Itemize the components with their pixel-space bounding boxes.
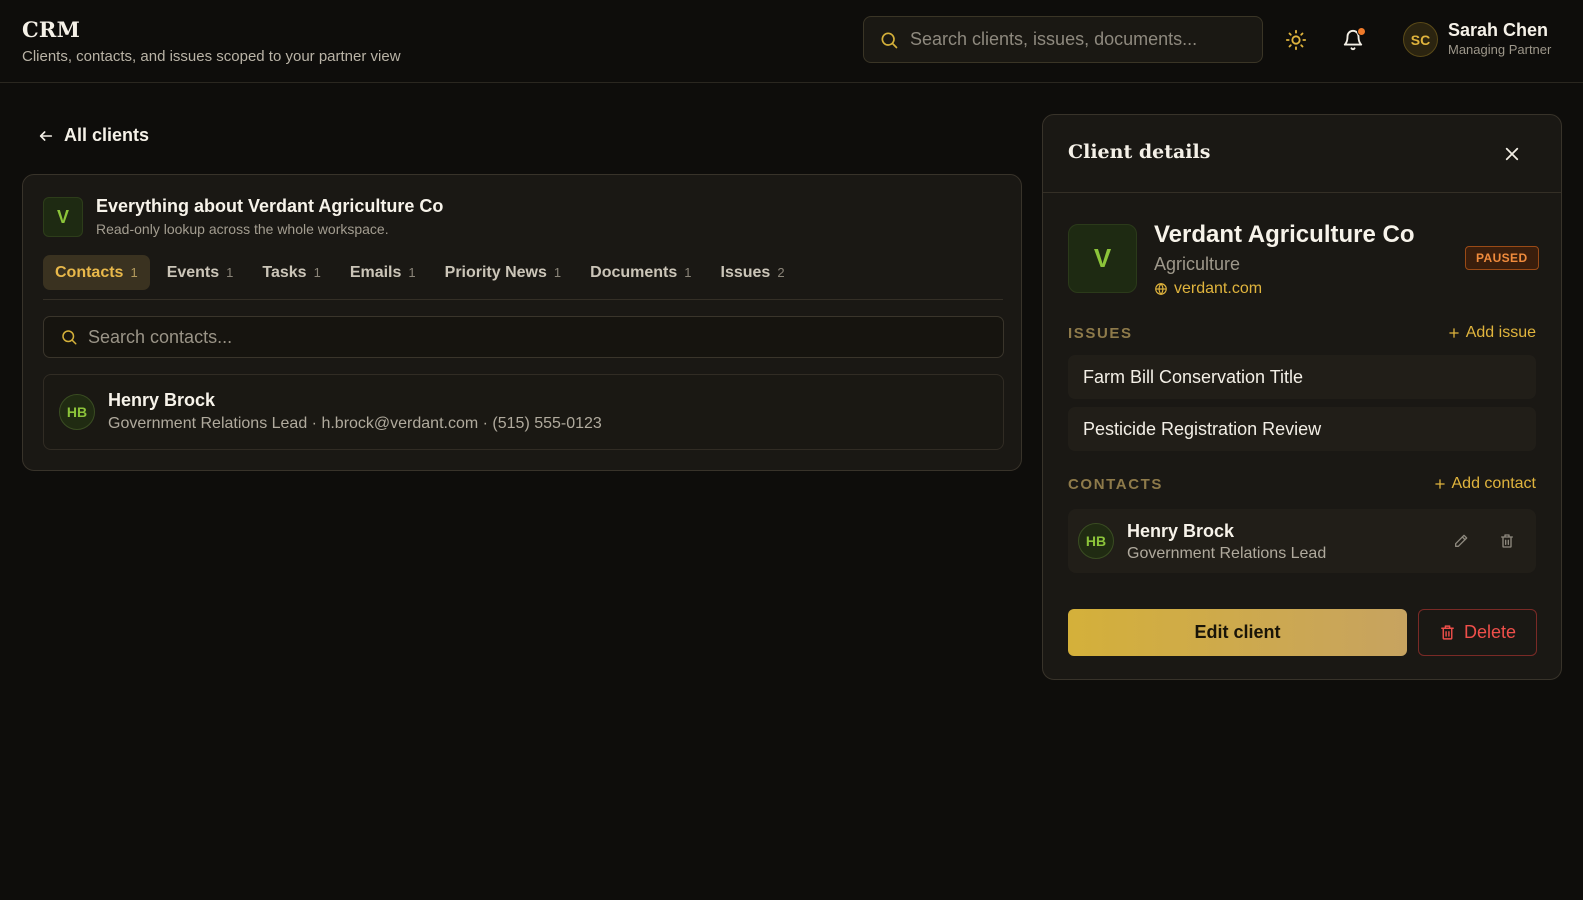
client-avatar: V [43,197,83,237]
add-issue-button[interactable]: Add issue [1447,324,1536,342]
tab-emails[interactable]: Emails 1 [338,255,428,290]
contact-title: Government Relations Lead [1127,545,1327,562]
trash-icon [1439,624,1456,641]
lookup-tabs: Contacts 1 Events 1 Tasks 1 Emails 1 Pri… [43,255,1003,300]
tab-issues[interactable]: Issues 2 [709,255,797,290]
tab-count: 1 [553,265,562,280]
arrow-left-icon [38,128,54,144]
close-icon [1503,145,1521,163]
tab-count: 2 [777,265,785,280]
user-role: Managing Partner [1448,42,1552,57]
tab-events[interactable]: Events 1 [155,255,246,290]
global-search-input[interactable] [910,29,1240,50]
plus-icon [1433,477,1447,491]
client-lookup-card: V Everything about Verdant Agriculture C… [22,174,1022,471]
tab-label: Documents [590,263,678,281]
global-search[interactable] [863,16,1263,63]
theme-toggle-button[interactable] [1281,25,1311,55]
tab-count: 1 [684,265,692,280]
tab-label: Contacts [55,263,124,281]
tab-count: 1 [130,265,138,280]
client-details-panel: Client details V Verdant Agriculture Co … [1042,114,1562,680]
app-title: CRM [22,17,81,42]
status-badge: PAUSED [1465,246,1539,270]
issue-item[interactable]: Farm Bill Conservation Title [1068,355,1536,399]
back-to-clients-link[interactable]: All clients [38,125,149,146]
add-contact-button[interactable]: Add contact [1433,475,1537,493]
contact-search[interactable] [43,316,1004,358]
tab-documents[interactable]: Documents 1 [578,255,703,290]
contacts-section-label: CONTACTS [1068,476,1164,493]
app-subtitle: Clients, contacts, and issues scoped to … [22,48,401,65]
pencil-icon [1453,533,1469,549]
panel-header: Client details [1043,115,1561,193]
delete-client-button[interactable]: Delete [1418,609,1537,656]
search-icon [879,30,899,50]
tab-label: Tasks [262,263,307,281]
add-issue-label: Add issue [1465,324,1536,341]
delete-contact-button[interactable] [1494,528,1520,554]
client-name: Verdant Agriculture Co [1154,221,1415,248]
client-avatar-large: V [1068,224,1137,293]
contact-meta: Government Relations Lead · h.brock@verd… [108,415,602,432]
issues-section-label: ISSUES [1068,325,1133,342]
trash-icon [1499,533,1515,549]
contact-name: Henry Brock [1127,521,1235,541]
panel-title: Client details [1068,141,1211,163]
tab-label: Events [166,263,220,281]
tab-count: 1 [313,265,321,280]
sun-icon [1285,29,1307,51]
back-link-label: All clients [64,125,150,145]
tab-label: Priority News [444,263,547,281]
contact-name: Henry Brock [108,390,216,410]
client-website: verdant.com [1174,280,1263,297]
tab-contacts[interactable]: Contacts 1 [43,255,150,290]
top-header: CRM Clients, contacts, and issues scoped… [0,0,1583,83]
tab-label: Issues [720,263,771,281]
contact-list-item[interactable]: HB Henry Brock Government Relations Lead… [43,374,1004,450]
user-name: Sarah Chen [1448,20,1549,40]
edit-contact-button[interactable] [1448,528,1474,554]
contact-avatar: HB [1078,523,1114,559]
search-icon [60,328,78,346]
lookup-subtitle: Read-only lookup across the whole worksp… [96,221,389,237]
notification-indicator [1357,27,1366,36]
delete-label: Delete [1463,622,1517,642]
plus-icon [1447,326,1461,340]
tab-tasks[interactable]: Tasks 1 [250,255,332,290]
edit-client-button[interactable]: Edit client [1068,609,1407,656]
panel-contact-card[interactable]: HB Henry Brock Government Relations Lead [1068,509,1536,573]
add-contact-label: Add contact [1451,475,1537,492]
contact-avatar: HB [59,394,95,430]
user-avatar[interactable]: SC [1403,22,1438,57]
lookup-title: Everything about Verdant Agriculture Co [96,196,444,216]
tab-priority-news[interactable]: Priority News 1 [433,255,574,290]
globe-icon [1154,282,1168,296]
client-industry: Agriculture [1154,254,1241,274]
notifications-button[interactable] [1338,25,1368,55]
client-website-link[interactable]: verdant.com [1154,280,1262,298]
issue-item[interactable]: Pesticide Registration Review [1068,407,1536,451]
contact-search-input[interactable] [88,326,968,348]
close-panel-button[interactable] [1498,140,1526,168]
tab-count: 1 [226,265,234,280]
tab-label: Emails [349,263,402,281]
tab-count: 1 [408,265,416,280]
